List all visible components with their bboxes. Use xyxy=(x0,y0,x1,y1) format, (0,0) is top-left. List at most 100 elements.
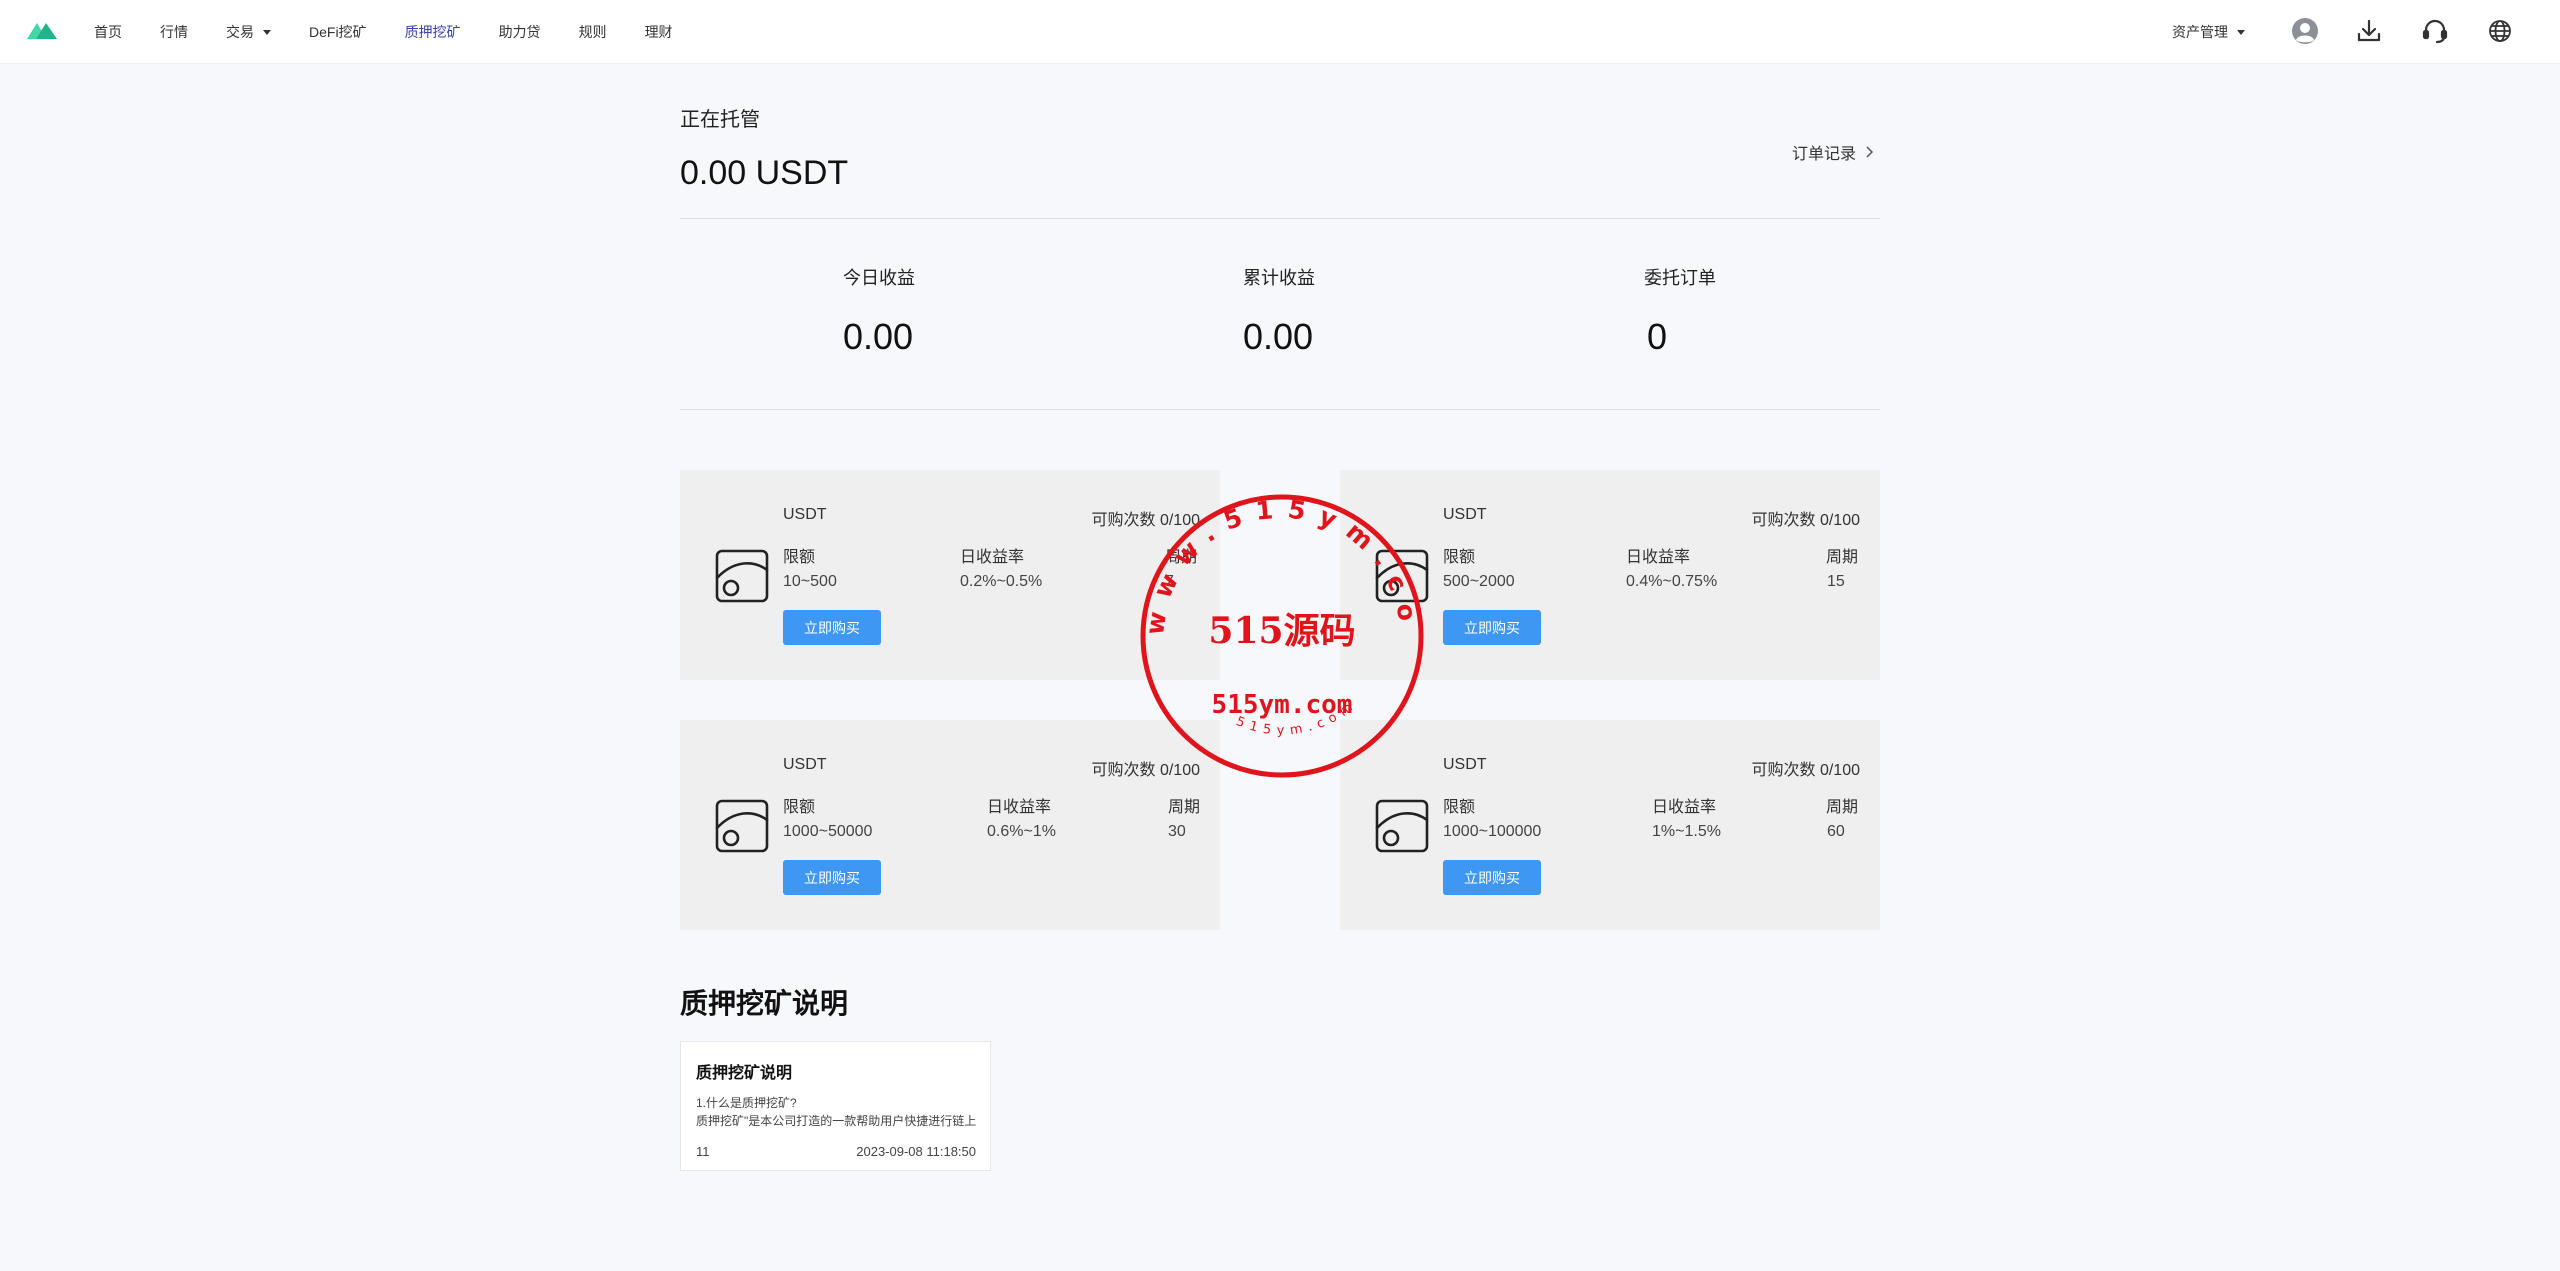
quota-value: 0/100 xyxy=(1819,762,1860,779)
limit-value: 1000~100000 xyxy=(1443,823,1542,840)
chevron-down-icon xyxy=(263,29,271,35)
nav-label: 质押挖矿 xyxy=(404,24,461,40)
rate-value: 1%~1.5% xyxy=(1652,823,1721,840)
period-value: 60 xyxy=(1827,823,1845,840)
purchase-quota: 可购次数 0/100 xyxy=(1751,756,1860,780)
stat-today-earnings: 今日收益 0.00 xyxy=(843,264,1043,358)
period-label: 周期 xyxy=(1165,549,1198,566)
nav-label: DeFi挖矿 xyxy=(309,24,367,40)
logo-icon[interactable] xyxy=(27,21,57,41)
quota-label: 可购次数 xyxy=(1091,762,1156,779)
stat-value: 0.00 xyxy=(843,316,914,357)
notice-line: 质押挖矿"是本公司打造的一款帮助用户快捷进行链上 xyxy=(696,1114,977,1128)
rate-value: 0.2%~0.5% xyxy=(960,573,1043,590)
limit-value: 10~500 xyxy=(783,573,837,590)
purchase-quota: 可购次数 0/100 xyxy=(1091,506,1200,530)
period-label: 周期 xyxy=(1826,799,1859,816)
order-records-link[interactable]: 订单记录 xyxy=(1792,140,1876,164)
download-icon[interactable] xyxy=(2354,16,2384,46)
notice-title: 质押挖矿说明 xyxy=(696,1065,793,1082)
stat-entrusted-orders: 委托订单 0 xyxy=(1644,264,1844,358)
limit-label: 限额 xyxy=(1443,799,1476,816)
period-label: 周期 xyxy=(1168,799,1201,816)
product-card: USDT 可购次数 0/100 限额 500~2000 日收益率 0.4%~0.… xyxy=(1340,470,1880,680)
nav-label: 助力贷 xyxy=(498,24,541,40)
user-icon[interactable] xyxy=(2290,16,2320,46)
limit-value: 500~2000 xyxy=(1443,573,1515,590)
notice-count: 11 xyxy=(696,1144,710,1159)
stat-value: 0.00 xyxy=(1243,316,1314,357)
section-title: 质押挖矿说明 xyxy=(680,988,849,1019)
main-nav: 首页 行情 交易 DeFi挖矿 质押挖矿 助力贷 规则 理财 xyxy=(94,0,711,64)
notice-line: 1.什么是质押挖矿? xyxy=(696,1096,797,1110)
quota-value: 0/100 xyxy=(1159,762,1200,779)
nav-item-loan[interactable]: 助力贷 xyxy=(499,22,541,42)
nav-label: 理财 xyxy=(644,24,673,40)
quota-label: 可购次数 xyxy=(1751,512,1816,529)
coin-name: USDT xyxy=(783,506,827,523)
stat-label: 委托订单 xyxy=(1644,268,1716,288)
notice-date: 2023-09-08 11:18:50 xyxy=(856,1144,976,1159)
limit-label: 限额 xyxy=(783,549,816,566)
asset-management-menu[interactable]: 资产管理 xyxy=(2172,0,2245,64)
quota-label: 可购次数 xyxy=(1751,762,1816,779)
limit-label: 限额 xyxy=(1443,549,1476,566)
divider xyxy=(680,409,1880,410)
period-value: 7 xyxy=(1165,573,1174,590)
hosting-label: 正在托管 xyxy=(680,109,760,131)
quota-value: 0/100 xyxy=(1819,512,1860,529)
chevron-right-icon xyxy=(1866,146,1874,158)
limit-label: 限额 xyxy=(783,799,816,816)
product-card: USDT 可购次数 0/100 限额 10~500 日收益率 0.2%~0.5%… xyxy=(680,470,1220,680)
notice-excerpt: 1.什么是质押挖矿? 质押挖矿"是本公司打造的一款帮助用户快捷进行链上 xyxy=(696,1094,986,1130)
period-value: 15 xyxy=(1827,573,1845,590)
divider xyxy=(680,218,1880,219)
nav-item-defi-mining[interactable]: DeFi挖矿 xyxy=(309,22,367,42)
buy-now-button[interactable]: 立即购买 xyxy=(783,860,881,895)
order-link-label: 订单记录 xyxy=(1791,146,1856,163)
coin-name: USDT xyxy=(1443,756,1487,773)
rate-label: 日收益率 xyxy=(987,799,1052,816)
buy-now-button[interactable]: 立即购买 xyxy=(1443,860,1541,895)
stat-value: 0 xyxy=(1647,316,1668,357)
watermark-center-text: 515源码 xyxy=(1208,610,1355,652)
rate-value: 0.4%~0.75% xyxy=(1626,573,1718,590)
nav-item-market[interactable]: 行情 xyxy=(160,22,188,42)
image-placeholder-icon xyxy=(1375,799,1429,853)
headset-icon[interactable] xyxy=(2420,16,2450,46)
nav-item-staking-mining[interactable]: 质押挖矿 xyxy=(405,22,461,42)
rate-label: 日收益率 xyxy=(1626,549,1691,566)
hosting-amount: 0.00 USDT xyxy=(680,154,849,192)
nav-item-rules[interactable]: 规则 xyxy=(579,22,607,42)
image-placeholder-icon xyxy=(715,549,769,603)
product-card: USDT 可购次数 0/100 限额 1000~100000 日收益率 1%~1… xyxy=(1340,720,1880,930)
nav-label: 首页 xyxy=(94,24,122,40)
stat-label: 累计收益 xyxy=(1243,268,1315,288)
buy-now-button[interactable]: 立即购买 xyxy=(1443,610,1541,645)
globe-icon[interactable] xyxy=(2485,16,2515,46)
buy-now-button[interactable]: 立即购买 xyxy=(783,610,881,645)
rate-value: 0.6%~1% xyxy=(987,823,1056,840)
nav-label: 交易 xyxy=(226,24,254,40)
coin-name: USDT xyxy=(783,756,827,773)
nav-item-trade[interactable]: 交易 xyxy=(226,22,271,42)
nav-item-finance[interactable]: 理财 xyxy=(645,22,673,42)
image-placeholder-icon xyxy=(1375,549,1429,603)
nav-item-home[interactable]: 首页 xyxy=(94,22,122,42)
stat-total-earnings: 累计收益 0.00 xyxy=(1243,264,1443,358)
image-placeholder-icon xyxy=(715,799,769,853)
purchase-quota: 可购次数 0/100 xyxy=(1091,756,1200,780)
period-label: 周期 xyxy=(1826,549,1859,566)
product-card: USDT 可购次数 0/100 限额 1000~50000 日收益率 0.6%~… xyxy=(680,720,1220,930)
rate-label: 日收益率 xyxy=(1652,799,1717,816)
rate-label: 日收益率 xyxy=(960,549,1025,566)
stat-label: 今日收益 xyxy=(843,268,915,288)
purchase-quota: 可购次数 0/100 xyxy=(1751,506,1860,530)
nav-label: 规则 xyxy=(578,24,607,40)
notice-card[interactable]: 质押挖矿说明 1.什么是质押挖矿? 质押挖矿"是本公司打造的一款帮助用户快捷进行… xyxy=(680,1041,991,1171)
nav-label: 行情 xyxy=(160,24,188,40)
chevron-down-icon xyxy=(2237,29,2245,35)
watermark-domain-text: 515ym.com xyxy=(1212,690,1353,720)
limit-value: 1000~50000 xyxy=(783,823,873,840)
coin-name: USDT xyxy=(1443,506,1487,523)
